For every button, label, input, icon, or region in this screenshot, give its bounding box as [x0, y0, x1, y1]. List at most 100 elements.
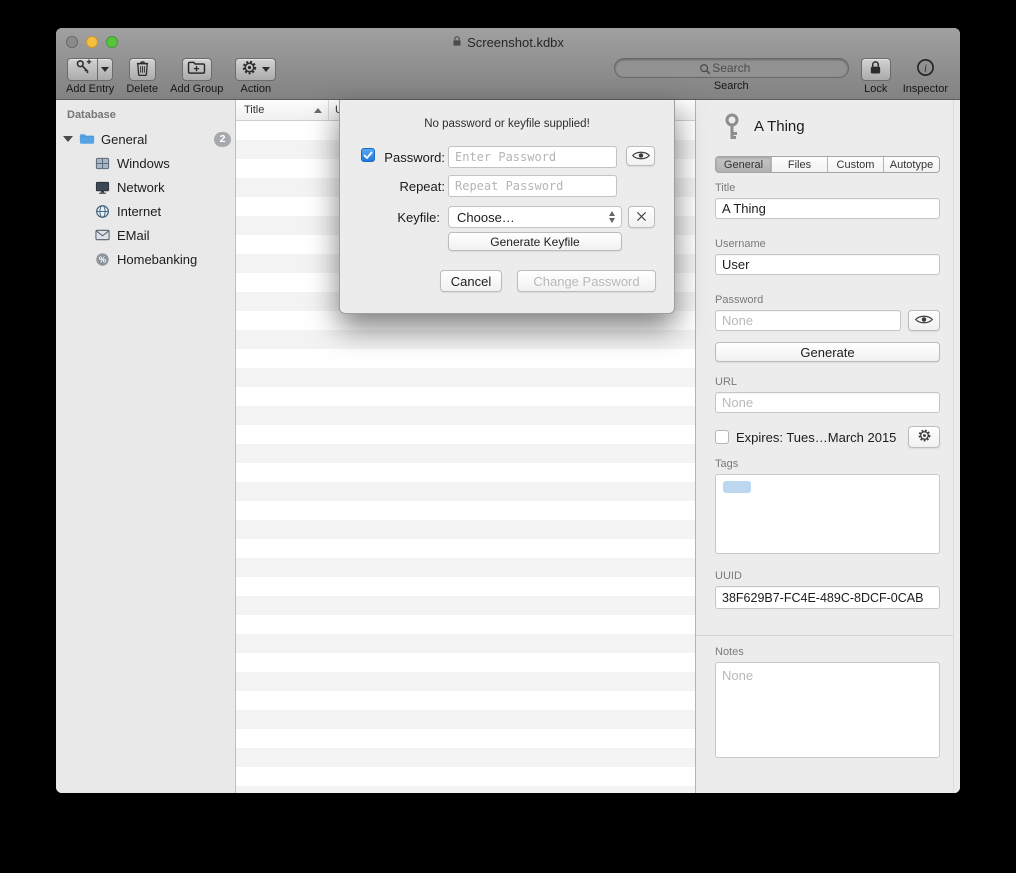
sidebar-item-label: Network — [117, 180, 165, 195]
checkmark-icon — [363, 146, 373, 164]
sidebar-item-windows[interactable]: Windows — [56, 152, 231, 174]
toolbar-item-add-group: Add Group — [170, 58, 223, 95]
password-input[interactable] — [715, 310, 901, 331]
expires-settings-button[interactable] — [908, 426, 940, 448]
close-x-icon — [636, 210, 647, 225]
gear-icon — [917, 428, 932, 446]
action-button[interactable] — [235, 58, 276, 81]
password-field-label: Password — [715, 294, 763, 306]
toolbar: Add Entry Delete — [56, 56, 960, 100]
action-label: Action — [241, 83, 272, 95]
tab-autotype[interactable]: Autotype — [884, 157, 939, 172]
title-input[interactable] — [715, 198, 940, 219]
inspector-toggle-button[interactable]: i — [916, 58, 935, 81]
tags-label: Tags — [715, 458, 738, 470]
dialog-repeat-input[interactable] — [448, 175, 617, 197]
add-entry-dropdown-button[interactable] — [98, 58, 113, 81]
toolbar-item-lock: Lock — [861, 58, 891, 95]
gear-icon — [241, 59, 258, 81]
uuid-input[interactable] — [715, 586, 940, 609]
sidebar-item-label: EMail — [117, 228, 150, 243]
username-field-label: Username — [715, 238, 766, 250]
notes-box[interactable]: None — [715, 662, 940, 758]
clear-keyfile-button[interactable] — [628, 206, 655, 228]
add-entry-button[interactable] — [67, 58, 98, 81]
search-input[interactable] — [614, 58, 849, 78]
search-icon — [699, 62, 711, 80]
toolbar-item-action: Action — [235, 58, 276, 95]
change-password-button[interactable]: Change Password — [517, 270, 656, 292]
entry-key-icon — [720, 112, 744, 147]
sidebar-group-general[interactable]: General 2 — [56, 128, 231, 150]
inspector-tabs: General Files Custom Autotype — [715, 156, 940, 173]
globe-icon — [94, 203, 110, 219]
trash-icon — [135, 59, 150, 81]
add-group-label: Add Group — [170, 83, 223, 95]
dialog-reveal-password-button[interactable] — [626, 146, 655, 166]
add-entry-label: Add Entry — [66, 83, 114, 95]
lock-button[interactable] — [861, 58, 891, 81]
delete-button[interactable] — [129, 58, 156, 81]
disclosure-triangle-icon[interactable] — [63, 136, 73, 142]
generate-keyfile-button[interactable]: Generate Keyfile — [448, 232, 622, 251]
keyfile-popup-value: Choose… — [457, 210, 515, 225]
uuid-label: UUID — [715, 570, 742, 582]
expires-label: Expires: Tues…March 2015 — [736, 430, 896, 445]
coin-percent-icon: % — [94, 251, 110, 267]
url-input[interactable] — [715, 392, 940, 413]
sidebar-section-header: Database — [67, 109, 116, 121]
desktop-background: Screenshot.kdbx Add E — [0, 0, 1016, 873]
keyfile-popup-button[interactable]: Choose… — [448, 206, 622, 228]
sidebar-item-label: Windows — [117, 156, 170, 171]
lock-label: Lock — [864, 83, 887, 95]
titlebar[interactable]: Screenshot.kdbx — [56, 28, 960, 56]
notes-placeholder: None — [722, 668, 753, 683]
eye-icon — [915, 313, 933, 328]
toolbar-item-search: Search — [614, 58, 849, 92]
sidebar-group-label: General — [101, 132, 147, 147]
username-input[interactable] — [715, 254, 940, 275]
sidebar-item-email[interactable]: EMail — [56, 224, 231, 246]
svg-text:i: i — [924, 63, 927, 74]
popup-stepper-icon — [609, 211, 615, 223]
app-window: Screenshot.kdbx Add E — [56, 28, 960, 793]
delete-label: Delete — [126, 83, 158, 95]
sidebar: Database General 2 Windows — [56, 100, 236, 793]
envelope-icon — [94, 227, 110, 243]
dialog-password-label: Password: — [378, 150, 445, 165]
tab-custom[interactable]: Custom — [828, 157, 884, 172]
folder-icon — [79, 131, 95, 147]
inspector-panel: A Thing General Files Custom Autotype Ti… — [695, 100, 960, 793]
cancel-button[interactable]: Cancel — [440, 270, 502, 292]
tab-general[interactable]: General — [716, 157, 772, 172]
sidebar-item-network[interactable]: Network — [56, 176, 231, 198]
folder-plus-icon — [187, 60, 206, 80]
url-field-label: URL — [715, 376, 737, 388]
inspector-scrollbar[interactable] — [953, 100, 960, 793]
column-header-title[interactable]: Title — [236, 100, 329, 120]
tab-files[interactable]: Files — [772, 157, 828, 172]
add-group-button[interactable] — [182, 58, 212, 81]
tag-token[interactable] — [723, 481, 751, 493]
reveal-password-button[interactable] — [908, 310, 940, 331]
dialog-password-input[interactable] — [448, 146, 617, 168]
info-circle-icon: i — [916, 58, 935, 82]
tags-box[interactable] — [715, 474, 940, 554]
sidebar-item-label: Homebanking — [117, 252, 197, 267]
inspector-entry-title: A Thing — [754, 118, 805, 135]
password-enabled-checkbox[interactable] — [361, 148, 375, 162]
toolbar-item-inspector: i Inspector — [903, 58, 948, 95]
expires-checkbox[interactable] — [715, 430, 729, 444]
monitor-icon — [94, 179, 110, 195]
main-content: Database General 2 Windows — [56, 100, 960, 793]
change-password-sheet: No password or keyfile supplied! Passwor… — [339, 100, 675, 314]
window-title: Screenshot.kdbx — [467, 35, 564, 50]
window-title-area: Screenshot.kdbx — [56, 28, 960, 56]
document-lock-icon — [452, 35, 462, 50]
sidebar-item-internet[interactable]: Internet — [56, 200, 231, 222]
search-label: Search — [714, 80, 749, 92]
generate-password-button[interactable]: Generate — [715, 342, 940, 362]
toolbar-item-add-entry: Add Entry — [66, 58, 114, 95]
title-field-label: Title — [715, 182, 735, 194]
sidebar-item-homebanking[interactable]: % Homebanking — [56, 248, 231, 270]
